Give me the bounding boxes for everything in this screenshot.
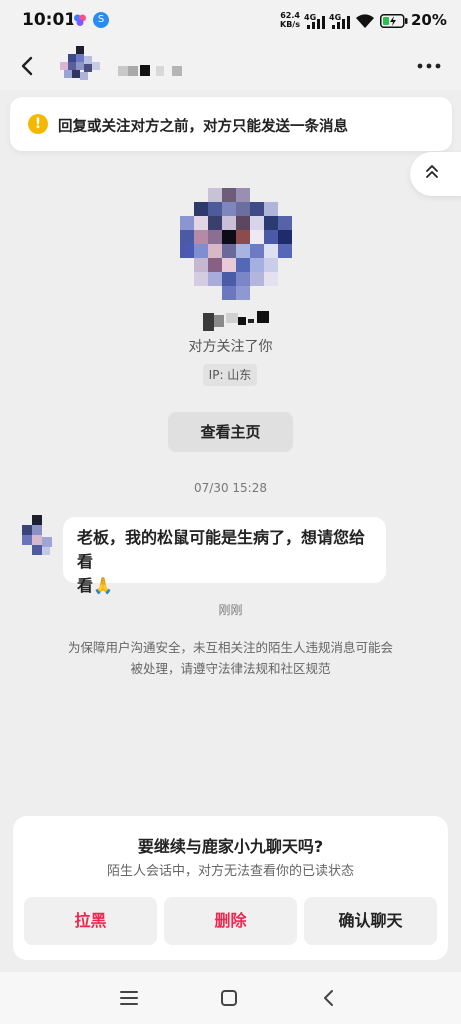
profile-username [203,311,271,331]
home-nav-button[interactable] [216,986,242,1010]
status-time: 10:01 [22,10,77,30]
battery-percent: 20% [411,11,447,29]
signal-2-icon [332,16,350,29]
header-avatar[interactable] [56,46,106,86]
confirm-chat-button[interactable]: 确认聊天 [304,897,437,945]
view-homepage-button[interactable]: 查看主页 [168,412,293,452]
collapse-button[interactable] [410,152,461,196]
signal-1-icon [307,16,325,29]
more-options-button[interactable] [412,49,446,83]
block-button[interactable]: 拉黑 [24,897,157,945]
warning-icon: ! [28,114,48,134]
menu-lines-icon [120,991,138,1005]
app-s-icon: S [93,12,109,28]
message-text-line1: 老板，我的松鼠可能是生病了，想请您给看 [77,528,366,571]
square-home-icon [221,990,237,1006]
back-button[interactable] [10,49,44,83]
message-bubble[interactable]: 老板，我的松鼠可能是生病了，想请您给看 看🙏 [63,517,386,595]
back-nav-button[interactable] [316,986,342,1010]
continue-chat-title: 要继续与鹿家小九聊天吗? [137,837,324,856]
chevron-left-icon [21,56,33,76]
double-chevron-up-icon [426,165,438,178]
message-timestamp: 07/30 15:28 [194,481,267,495]
safety-notice: 为保障用户沟通安全，未互相关注的陌生人违规消息可能会 被处理，请遵守法律法规和社… [50,637,411,679]
more-dots-icon [417,63,441,69]
safety-notice-line2: 被处理，请遵守法律法规和社区规范 [130,661,331,676]
back-triangle-icon [324,990,333,1006]
wifi-icon [356,14,374,28]
battery-icon [380,14,408,28]
sender-avatar[interactable] [20,515,56,561]
safety-notice-line1: 为保障用户沟通安全，未互相关注的陌生人违规消息可能会 [67,640,393,655]
message-time-ago: 刚刚 [218,603,243,617]
delete-button[interactable]: 删除 [164,897,297,945]
follow-notice-text: 回复或关注对方之前，对方只能发送一条消息 [58,119,348,135]
follow-status-text: 对方关注了你 [188,339,273,355]
message-text-line2: 看🙏 [77,576,113,595]
network-speed-unit: KB/s [280,20,300,29]
network-speed-value: 62.4 [280,11,300,20]
continue-chat-subtitle: 陌生人会话中，对方无法查看你的已读状态 [106,864,354,879]
ip-location-chip: IP: 山东 [203,364,257,386]
header-username [114,62,186,76]
recent-apps-button[interactable] [116,986,142,1010]
profile-avatar[interactable] [180,188,292,300]
network-speed: 62.4 KB/s [280,11,300,29]
app-notification-icon [72,12,88,28]
